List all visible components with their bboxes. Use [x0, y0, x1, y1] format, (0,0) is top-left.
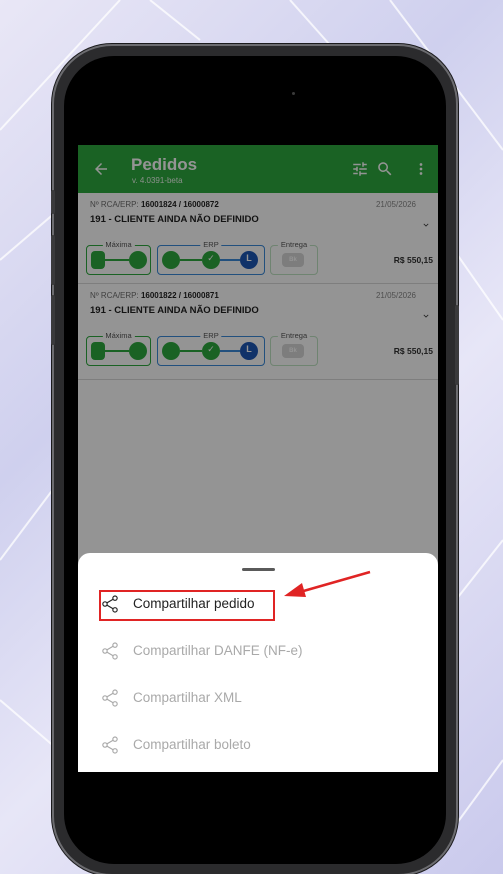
- phone-side-button: [51, 235, 55, 285]
- share-danfe-button[interactable]: Compartilhar DANFE (NF-e): [100, 638, 420, 664]
- camera-dot: [292, 92, 295, 95]
- highlight-box: [99, 590, 275, 621]
- share-bottom-sheet: Compartilhar pedido Compartilhar DANFE (…: [78, 553, 438, 772]
- annotation-arrow: [284, 570, 371, 597]
- share-boleto-button[interactable]: Compartilhar boleto: [100, 732, 420, 758]
- share-icon: [102, 642, 118, 660]
- share-item-label: Compartilhar DANFE (NF-e): [133, 643, 303, 658]
- share-item-label: Compartilhar XML: [133, 690, 242, 705]
- share-icon: [102, 736, 118, 754]
- phone-side-button: [455, 305, 459, 385]
- drag-handle[interactable]: [242, 568, 275, 571]
- share-icon: [102, 689, 118, 707]
- phone-side-button: [51, 295, 55, 345]
- app-screen: Pedidos v. 4.0391-beta Nº RCA/ERP: 16001…: [78, 145, 438, 772]
- phone-side-button: [51, 190, 55, 214]
- share-xml-button[interactable]: Compartilhar XML: [100, 685, 420, 711]
- share-item-label: Compartilhar boleto: [133, 737, 251, 752]
